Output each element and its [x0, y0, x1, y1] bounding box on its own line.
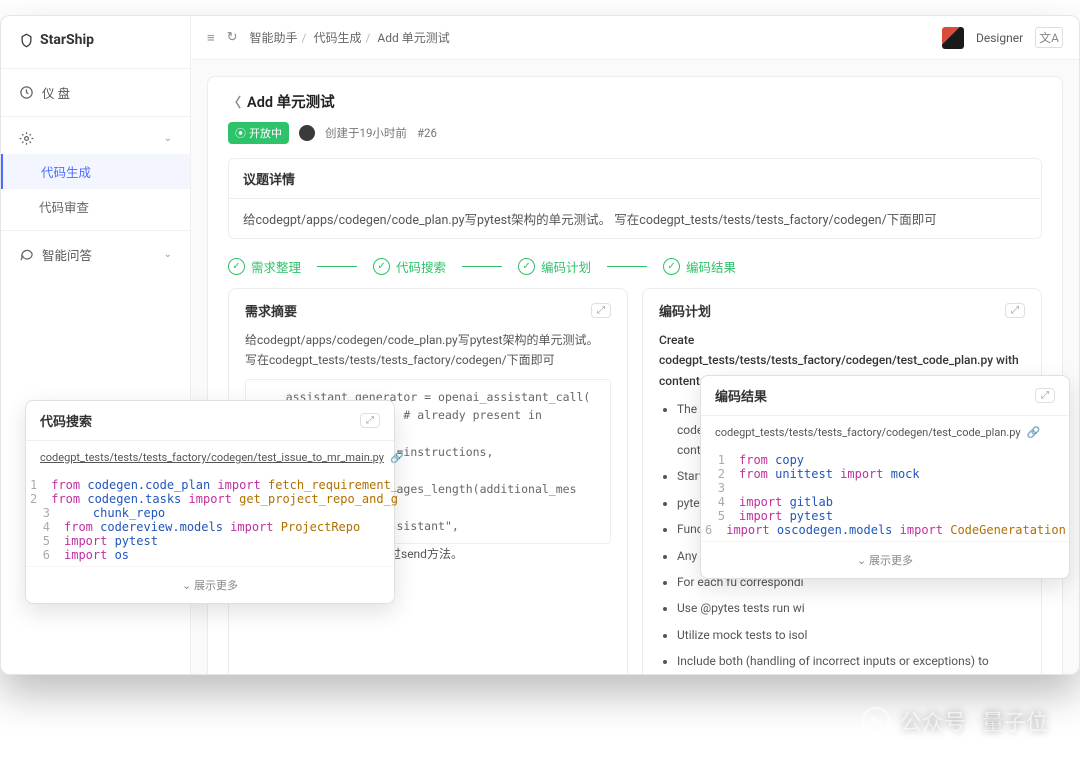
sidebar-item-label: 仪 盘: [42, 83, 70, 102]
sidebar-item-codereview[interactable]: 代码审查: [1, 189, 190, 224]
detail-title: 议题详情: [229, 159, 1041, 199]
link-icon[interactable]: 🔗: [390, 451, 404, 464]
status-icon: ⦿: [235, 125, 246, 141]
language-icon[interactable]: 文A: [1035, 27, 1063, 48]
stage-item[interactable]: ✓ 编码计划: [518, 257, 591, 276]
brand-label: StarShip: [40, 32, 94, 48]
check-icon: ✓: [373, 258, 390, 275]
show-more-button[interactable]: ⌄ 展示更多: [26, 566, 394, 603]
refresh-icon[interactable]: ↻: [227, 30, 238, 45]
stage-item[interactable]: ✓ 代码搜索: [373, 257, 446, 276]
stage-line: [317, 266, 357, 267]
sidebar-item-codegen[interactable]: 代码生成: [0, 154, 190, 189]
check-icon: ✓: [663, 258, 680, 275]
stage-bar: ✓ 需求整理 ✓ 代码搜索 ✓ 编码计划 ✓ 编码结果: [228, 257, 1042, 276]
menu-icon[interactable]: ≡: [207, 30, 215, 46]
stage-item[interactable]: ✓ 编码结果: [663, 257, 736, 276]
code-result-popup: 编码结果 ⤢ codegpt_tests/tests/tests_factory…: [700, 375, 1070, 579]
file-path[interactable]: codegpt_tests/tests/tests_factory/codege…: [40, 451, 384, 464]
expand-icon[interactable]: ⤢: [1035, 388, 1055, 403]
show-more-button[interactable]: ⌄ 展示更多: [701, 541, 1069, 578]
plan-item: Use @pytes tests run wi: [677, 598, 1025, 618]
dashboard-icon: [19, 85, 34, 100]
chat-icon: [19, 247, 34, 262]
status-label: 开放中: [249, 125, 282, 141]
crumb[interactable]: 智能助手: [250, 31, 298, 45]
sidebar-item-label: 代码审查: [39, 201, 89, 216]
wechat-label: 公众号 · 量子位: [900, 705, 1048, 737]
panel-title: 编码计划: [659, 301, 711, 320]
stage-item[interactable]: ✓ 需求整理: [228, 257, 301, 276]
file-path[interactable]: codegpt_tests/tests/tests_factory/codege…: [715, 426, 1021, 439]
divider: [1, 116, 190, 117]
wechat-icon: [862, 707, 890, 735]
avatar[interactable]: [942, 27, 964, 49]
show-more-label: 展示更多: [194, 579, 238, 592]
issue-detail-box: 议题详情 给codegpt/apps/codegen/code_plan.py写…: [228, 158, 1042, 239]
stage-line: [462, 266, 502, 267]
created-time: 创建于19小时前: [325, 125, 407, 141]
stage-label: 编码计划: [541, 257, 591, 276]
check-icon: ✓: [518, 258, 535, 275]
divider: [1, 230, 190, 231]
breadcrumb: 智能助手/ 代码生成/ Add 单元测试: [250, 29, 450, 46]
code-listing: 1from copy2from unittest import mock34im…: [701, 449, 1069, 541]
code-icon: [19, 131, 34, 146]
panel-title: 需求摘要: [245, 301, 297, 320]
divider: [1, 68, 190, 69]
code-search-popup: 代码搜索 ⤢ codegpt_tests/tests/tests_factory…: [25, 400, 395, 604]
expand-icon[interactable]: ⤢: [591, 303, 611, 318]
sidebar-item-label: 代码生成: [41, 166, 91, 181]
sidebar-item-qa[interactable]: 智能问答 ⌄: [1, 237, 190, 272]
crumb[interactable]: 代码生成: [313, 31, 361, 45]
link-icon[interactable]: 🔗: [1027, 426, 1041, 439]
stage-label: 需求整理: [251, 257, 301, 276]
topbar: ≡ ↻ 智能助手/ 代码生成/ Add 单元测试 Designer 文A: [191, 16, 1079, 60]
show-more-label: 展示更多: [869, 554, 913, 567]
status-badge: ⦿ 开放中: [228, 122, 289, 144]
stage-line: [607, 266, 647, 267]
brand: StarShip: [1, 32, 190, 62]
expand-icon[interactable]: ⤢: [360, 413, 380, 428]
detail-body: 给codegpt/apps/codegen/code_plan.py写pytes…: [229, 199, 1041, 238]
popup-title: 编码结果: [715, 386, 767, 405]
chevron-down-icon: ⌄: [164, 249, 172, 260]
username: Designer: [976, 31, 1023, 45]
sidebar-item-label: 智能问答: [42, 245, 92, 264]
brand-icon: [19, 33, 34, 48]
code-listing: 1from codegen.code_plan import fetch_req…: [26, 474, 394, 566]
sidebar-group-code[interactable]: ⌄: [1, 123, 190, 154]
stage-label: 编码结果: [686, 257, 736, 276]
issue-header: 〈 Add 单元测试 ⦿ 开放中 创建于19小时前 #26: [228, 91, 1042, 144]
crumb: Add 单元测试: [377, 31, 449, 45]
chevron-down-icon: ⌄: [164, 133, 172, 144]
stage-label: 代码搜索: [396, 257, 446, 276]
plan-item: Utilize mock tests to isol: [677, 625, 1025, 645]
page-title: Add 单元测试: [247, 91, 335, 112]
author-avatar: [299, 125, 315, 141]
expand-icon[interactable]: ⤢: [1005, 303, 1025, 318]
back-icon[interactable]: 〈: [228, 92, 241, 111]
check-icon: ✓: [228, 258, 245, 275]
summary-text: 给codegpt/apps/codegen/code_plan.py写pytes…: [245, 330, 611, 371]
issue-number: #26: [417, 126, 437, 140]
plan-item: Include both (handling of incorrect inpu…: [677, 651, 1025, 674]
sidebar-item-dashboard[interactable]: 仪 盘: [1, 75, 190, 110]
popup-title: 代码搜索: [40, 411, 92, 430]
wechat-watermark: 公众号 · 量子位: [862, 705, 1048, 737]
